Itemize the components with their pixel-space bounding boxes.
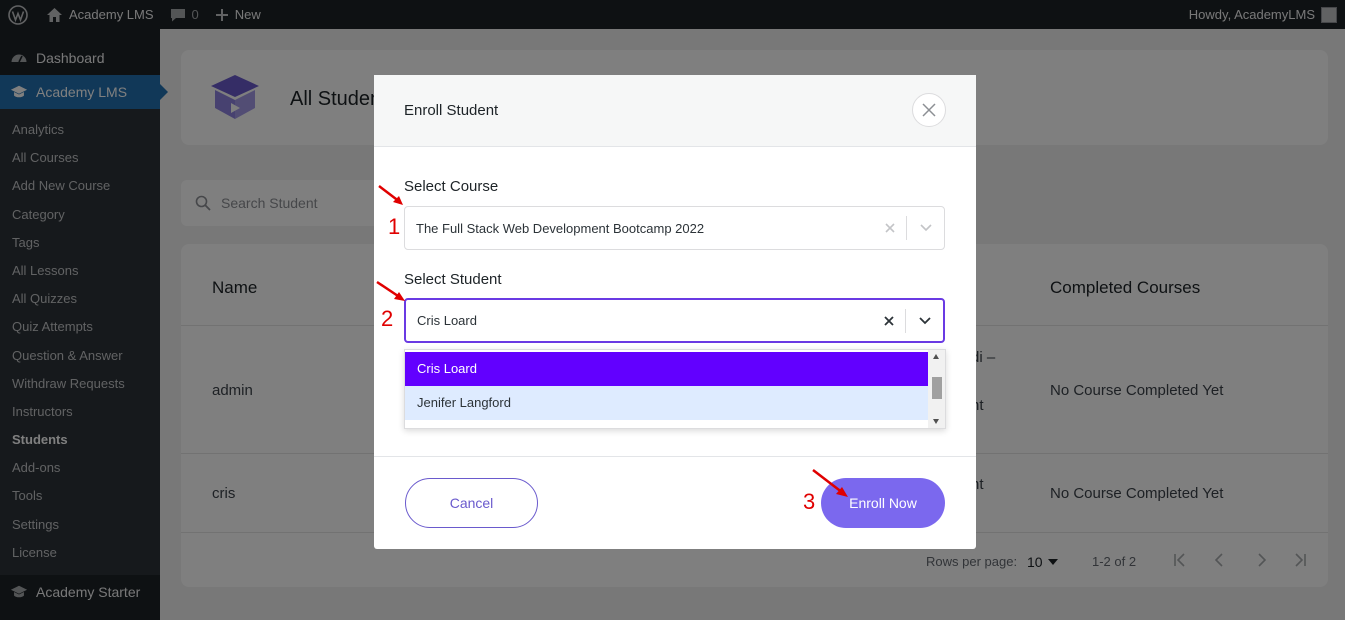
dropdown-scrollbar[interactable]: [928, 350, 945, 428]
chevron-down-icon[interactable]: [919, 223, 933, 233]
clear-icon[interactable]: [884, 222, 896, 234]
chevron-down-icon[interactable]: [918, 316, 932, 326]
select-course-label: Select Course: [404, 178, 499, 195]
cancel-button[interactable]: Cancel: [405, 478, 538, 528]
close-button[interactable]: [912, 93, 946, 127]
select-separator: [906, 216, 907, 240]
course-select[interactable]: The Full Stack Web Development Bootcamp …: [404, 206, 945, 250]
annotation-step-2: 2: [381, 306, 394, 331]
scroll-up-icon[interactable]: [933, 354, 939, 359]
course-select-value: The Full Stack Web Development Bootcamp …: [416, 220, 705, 236]
enroll-student-modal: Enroll Student Select Course The Full St…: [374, 75, 976, 549]
student-select[interactable]: Cris Loard: [404, 298, 945, 343]
annotation-arrow-1: [378, 185, 403, 205]
student-options-list: Cris Loard Jenifer Langford: [404, 349, 946, 429]
modal-footer-divider: [374, 456, 976, 457]
annotation-step-1: 1: [388, 214, 401, 239]
scroll-thumb[interactable]: [932, 377, 942, 399]
option-cris-loard[interactable]: Cris Loard: [405, 352, 929, 386]
clear-icon[interactable]: [883, 315, 895, 327]
scroll-down-icon[interactable]: [933, 419, 939, 424]
option-jenifer-langford[interactable]: Jenifer Langford: [405, 386, 929, 420]
modal-title: Enroll Student: [404, 102, 499, 119]
annotation-arrow-3: [812, 469, 848, 497]
select-student-label: Select Student: [404, 271, 502, 288]
modal-header: Enroll Student: [374, 75, 976, 147]
select-separator: [905, 309, 906, 333]
close-icon: [922, 103, 936, 117]
student-select-value: Cris Loard: [417, 313, 477, 328]
annotation-arrow-2: [376, 280, 405, 301]
